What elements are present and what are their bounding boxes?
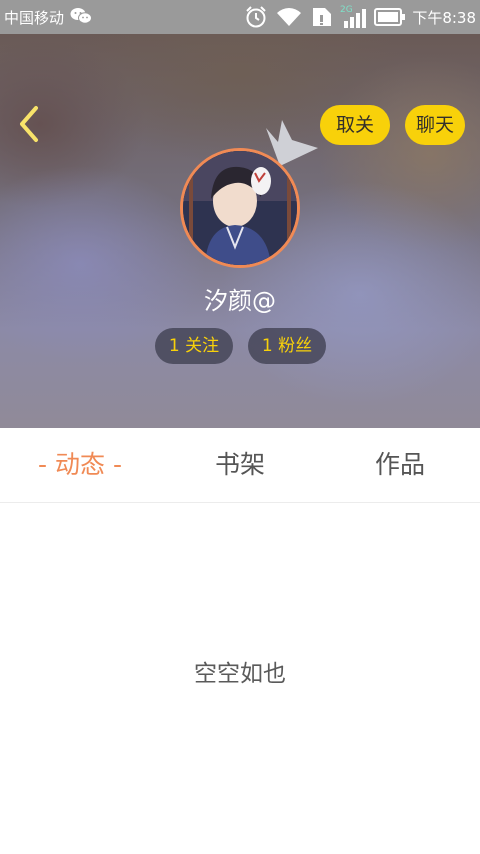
fans-count-button[interactable]: 1 粉丝 [248, 328, 326, 364]
sim-icon [311, 6, 333, 32]
carrier-label: 中国移动 [4, 9, 65, 27]
tab-works[interactable]: 作品 [320, 428, 480, 502]
wechat-icon [70, 7, 92, 29]
empty-state-message: 空空如也 [194, 661, 286, 687]
network-type-label: 2G [340, 5, 353, 15]
profile-header: 取关 聊天 汐颜@ 1 关注 1 粉丝 [0, 34, 480, 428]
nickname: 汐颜@ [204, 287, 276, 315]
chat-button[interactable]: 聊天 [405, 105, 465, 145]
clock-time: 下午8:38 [412, 9, 476, 27]
following-count-button[interactable]: 1 关注 [155, 328, 233, 364]
signal-icon: 2G [340, 4, 368, 34]
chevron-left-icon [20, 106, 38, 142]
status-bar: 中国移动 2G 下午8:38 [0, 0, 480, 34]
avatar-image [183, 151, 297, 265]
alarm-icon [244, 5, 268, 33]
battery-icon [374, 7, 406, 31]
back-button[interactable] [14, 104, 46, 144]
avatar[interactable] [180, 148, 300, 268]
tab-bookshelf[interactable]: 书架 [160, 428, 320, 502]
tab-dynamic[interactable]: - 动态 - [0, 428, 160, 502]
profile-tabs: - 动态 - 书架 作品 [0, 428, 480, 503]
wifi-icon [275, 6, 303, 32]
unfollow-button[interactable]: 取关 [320, 105, 390, 145]
